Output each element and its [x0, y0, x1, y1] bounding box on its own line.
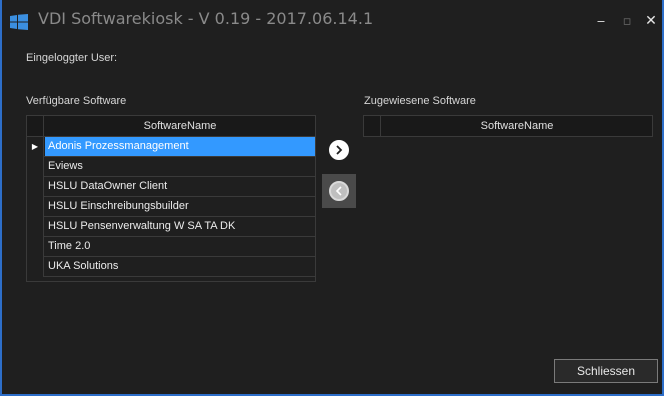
column-header-software-name[interactable]: SoftwareName	[382, 116, 652, 136]
software-name-cell[interactable]: HSLU Einschreibungsbuilder	[45, 197, 315, 216]
row-header-cell[interactable]	[27, 197, 44, 217]
row-header-cell[interactable]	[27, 177, 44, 197]
software-name-cell[interactable]: UKA Solutions	[45, 257, 315, 276]
available-software-label: Verfügbare Software	[26, 95, 127, 107]
assigned-software-grid[interactable]: SoftwareName	[363, 115, 653, 137]
row-header-cell[interactable]	[27, 217, 44, 237]
window-title: VDI Softwarekiosk - V 0.19 - 2017.06.14.…	[38, 9, 374, 28]
table-row[interactable]: HSLU Pensenverwaltung W SA TA DK	[27, 217, 315, 237]
close-button[interactable]: Schliessen	[554, 359, 658, 383]
unassign-software-button[interactable]	[322, 174, 356, 208]
software-name-cell[interactable]: HSLU DataOwner Client	[45, 177, 315, 196]
close-window-button[interactable]: ✕	[638, 8, 664, 34]
title-bar[interactable]: VDI Softwarekiosk - V 0.19 - 2017.06.14.…	[2, 0, 662, 44]
assign-software-button[interactable]	[322, 133, 356, 167]
software-name-cell[interactable]: Eviews	[45, 157, 315, 176]
arrow-right-circle-icon	[329, 140, 349, 160]
grid-header: SoftwareName	[364, 116, 652, 137]
table-row[interactable]: Time 2.0	[27, 237, 315, 257]
grid-header: SoftwareName	[27, 116, 315, 137]
table-row[interactable]: HSLU Einschreibungsbuilder	[27, 197, 315, 217]
row-header-cell[interactable]	[27, 237, 44, 257]
software-name-cell[interactable]: Adonis Prozessmanagement	[45, 137, 315, 156]
available-software-grid[interactable]: SoftwareName ▶ Adonis Prozessmanagement Ev…	[26, 115, 316, 282]
close-button-label: Schliessen	[576, 364, 636, 378]
row-header-cell[interactable]	[27, 157, 44, 177]
maximize-icon: ▫	[622, 13, 632, 29]
assigned-software-label: Zugewiesene Software	[364, 95, 476, 107]
minimize-icon: ‒	[596, 13, 606, 29]
logged-in-user-label: Eingeloggter User:	[26, 52, 118, 64]
current-row-indicator[interactable]: ▶	[27, 137, 44, 157]
column-header-software-name[interactable]: SoftwareName	[45, 116, 315, 136]
software-name-cell[interactable]: HSLU Pensenverwaltung W SA TA DK	[45, 217, 315, 236]
minimize-button[interactable]: ‒	[588, 8, 614, 34]
table-row[interactable]: HSLU DataOwner Client	[27, 177, 315, 197]
close-icon: ✕	[645, 13, 657, 29]
software-name-cell[interactable]: Time 2.0	[45, 237, 315, 256]
table-row[interactable]: UKA Solutions	[27, 257, 315, 277]
maximize-button[interactable]: ▫	[614, 8, 640, 34]
app-window: VDI Softwarekiosk - V 0.19 - 2017.06.14.…	[0, 0, 664, 396]
windows-logo-icon	[10, 14, 28, 30]
table-row[interactable]: Eviews	[27, 157, 315, 177]
table-row[interactable]: ▶ Adonis Prozessmanagement	[27, 137, 315, 157]
grid-corner-cell[interactable]	[364, 116, 381, 136]
row-header-cell[interactable]	[27, 257, 44, 277]
grid-corner-cell[interactable]	[27, 116, 44, 136]
arrow-left-circle-icon	[329, 181, 349, 201]
